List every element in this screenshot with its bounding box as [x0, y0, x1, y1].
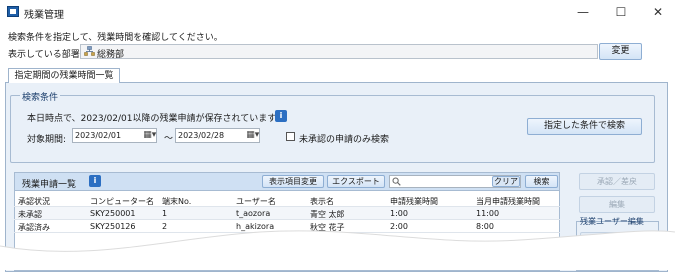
period-label: 対象期間: — [27, 135, 67, 145]
from-dropdown-icon[interactable]: ▾ — [150, 129, 158, 142]
find-button[interactable]: 検索 — [525, 175, 558, 188]
search-with-conditions-button[interactable]: 指定した条件で検索 — [527, 118, 642, 135]
table-cell[interactable]: 8:00 — [476, 222, 494, 231]
department-value: 総務部 — [97, 50, 125, 60]
table-cell[interactable]: t_aozora — [236, 209, 270, 218]
table-cell[interactable]: 未承認 — [18, 209, 42, 220]
close-button[interactable]: ✕ — [643, 0, 673, 24]
change-department-button[interactable]: 変更 — [599, 43, 642, 60]
export-button[interactable]: エクスポート — [327, 175, 385, 188]
table-cell[interactable]: 1:00 — [390, 209, 408, 218]
approve-reject-button[interactable]: 承認／差戻 — [579, 173, 655, 190]
app-icon — [7, 6, 19, 17]
table-cell[interactable]: SKY250001 — [90, 209, 135, 218]
list-title: 残業申請一覧 — [22, 180, 77, 190]
clear-button[interactable]: クリア — [492, 176, 520, 187]
table-cell[interactable]: 2 — [162, 222, 167, 231]
range-separator: 〜 — [164, 134, 174, 144]
table-cell[interactable]: 青空 太郎 — [310, 209, 345, 220]
column-header-monthly-hours[interactable]: 当月申請残業時間 — [476, 196, 540, 207]
row-divider — [14, 219, 560, 220]
unapproved-only-label: 未承認の申請のみ検索 — [299, 135, 390, 145]
to-dropdown-icon[interactable]: ▾ — [253, 129, 261, 142]
table-cell[interactable]: h_akizora — [236, 222, 274, 231]
department-label: 表示している部署: — [8, 50, 83, 60]
maximize-button[interactable]: ☐ — [606, 0, 636, 24]
organization-icon — [84, 46, 95, 56]
window-title: 残業管理 — [24, 10, 64, 21]
minimize-button[interactable]: — — [568, 0, 598, 24]
column-header-terminal-no[interactable]: 端末No. — [162, 196, 191, 207]
change-columns-button[interactable]: 表示項目変更 — [262, 175, 324, 188]
table-cell[interactable]: SKY250126 — [90, 222, 135, 231]
add-button[interactable]: 追加 — [580, 232, 654, 249]
column-header-user-name[interactable]: ユーザー名 — [236, 196, 276, 207]
retention-note: 本日時点で、2023/02/01以降の残業申請が保存されています。 — [27, 114, 285, 124]
column-header-computer-name[interactable]: コンピューター名 — [90, 196, 154, 207]
unapproved-only-checkbox[interactable] — [286, 132, 295, 141]
table-cell[interactable]: 秋空 花子 — [310, 222, 345, 233]
column-header-requested-hours[interactable]: 申請残業時間 — [390, 196, 438, 207]
table-cell[interactable]: 11:00 — [476, 209, 499, 218]
search-icon — [392, 177, 401, 186]
column-header-display-name[interactable]: 表示名 — [310, 196, 334, 207]
table-cell[interactable]: 承認済み — [18, 222, 50, 233]
table-cell[interactable]: 1 — [162, 209, 167, 218]
edit-button[interactable]: 編集 — [579, 196, 655, 213]
overtime-user-edit-legend: 残業ユーザー編集 — [580, 217, 644, 226]
table-cell[interactable]: 2:00 — [390, 222, 408, 231]
search-conditions-legend: 検索条件 — [20, 90, 61, 103]
row-divider — [14, 232, 560, 233]
department-field — [80, 44, 598, 59]
tab-period-overtime-list[interactable]: 指定期間の残業時間一覧 — [8, 68, 120, 83]
info-icon[interactable]: i — [275, 110, 287, 122]
column-header-approval-status[interactable]: 承認状況 — [18, 196, 50, 207]
instruction-text: 検索条件を指定して、残業時間を確認してください。 — [8, 33, 223, 43]
list-info-icon[interactable]: i — [89, 175, 101, 187]
